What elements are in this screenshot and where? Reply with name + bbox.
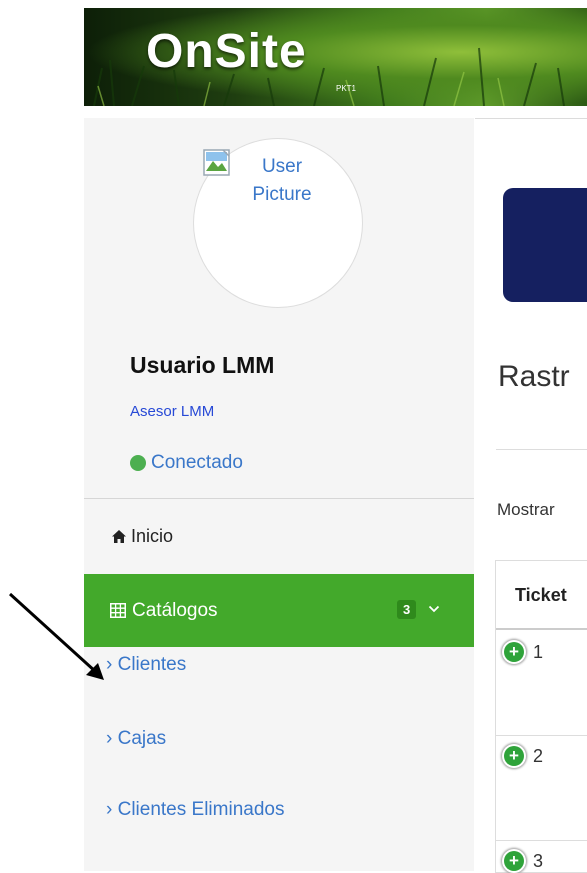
main-content: Rastr Mostrar Ticket + 1 + 2 + 3	[475, 118, 587, 873]
ticket-number: 3	[533, 851, 544, 871]
sidebar-item-label: Catálogos	[132, 599, 218, 621]
chevron-right-icon: ›	[106, 799, 118, 820]
avatar: User Picture	[193, 138, 363, 308]
sidebar-item-catalogos[interactable]: Catálogos 3	[84, 574, 474, 647]
submenu-item-label: Clientes	[117, 654, 187, 675]
submenu-item-clientes[interactable]: › Clientes	[106, 654, 186, 676]
home-icon	[112, 529, 126, 543]
page-title: Rastr	[498, 360, 570, 393]
count-badge: 3	[397, 600, 417, 619]
table-header[interactable]: Ticket	[496, 561, 587, 630]
sidebar-divider	[84, 498, 474, 499]
title-divider	[496, 449, 587, 450]
submenu-item-cajas[interactable]: › Cajas	[106, 728, 166, 750]
logo-subtext: PKT1	[336, 84, 357, 93]
submenu-item-clientes-eliminados[interactable]: › Clientes Eliminados	[106, 799, 284, 821]
submenu-item-label: Cajas	[117, 728, 167, 749]
sidebar-item-inicio[interactable]: Inicio	[84, 513, 474, 559]
sidebar-item-label: Inicio	[131, 525, 174, 546]
table-icon	[110, 603, 126, 618]
expand-row-icon[interactable]: +	[504, 642, 524, 662]
tickets-table: Ticket + 1 + 2 + 3	[495, 560, 587, 873]
submenu-item-label: Clientes Eliminados	[117, 799, 285, 820]
status-indicator: Conectado	[130, 452, 243, 474]
show-entries-label: Mostrar	[497, 500, 555, 519]
table-row: + 1	[496, 630, 587, 736]
content-top-border	[475, 118, 587, 119]
chevron-right-icon: ›	[106, 728, 118, 749]
ticket-number: 2	[533, 746, 544, 766]
app-logo[interactable]: OnSite	[146, 24, 307, 79]
sidebar: User Picture Usuario LMM Asesor LMM Cone…	[84, 118, 474, 871]
table-row: + 3	[496, 841, 587, 872]
user-name: Usuario LMM	[130, 352, 275, 378]
header-banner: OnSite PKT1	[84, 8, 587, 106]
online-dot-icon	[130, 455, 146, 471]
chevron-right-icon: ›	[106, 654, 118, 675]
user-role: Asesor LMM	[130, 403, 215, 420]
avatar-alt-text: User Picture	[252, 156, 312, 205]
dashboard-card[interactable]	[503, 188, 587, 302]
ticket-number: 1	[533, 642, 544, 662]
chevron-down-icon[interactable]	[428, 602, 440, 616]
broken-image-icon	[203, 149, 230, 176]
status-label: Conectado	[151, 452, 243, 473]
table-row: + 2	[496, 736, 587, 841]
expand-row-icon[interactable]: +	[504, 851, 524, 871]
expand-row-icon[interactable]: +	[504, 746, 524, 766]
column-header-ticket[interactable]: Ticket	[515, 585, 567, 606]
